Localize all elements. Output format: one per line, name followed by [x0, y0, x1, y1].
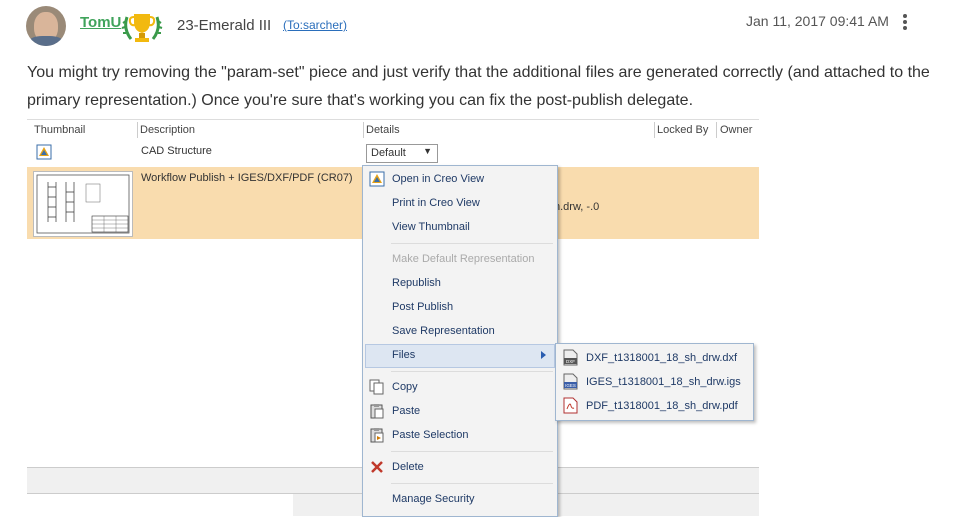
- menu-item-republish[interactable]: Republish: [392, 277, 441, 289]
- menu-item-post-publish[interactable]: Post Publish: [392, 301, 453, 313]
- menu-separator: [391, 483, 553, 484]
- drawing-thumbnail[interactable]: [33, 171, 133, 237]
- column-header-owner[interactable]: Owner: [720, 124, 752, 136]
- bottom-tab[interactable]: [27, 493, 294, 516]
- svg-text:IGES: IGES: [565, 383, 576, 388]
- dxf-file-icon: DXF: [563, 349, 578, 366]
- select-value: Default: [371, 147, 406, 159]
- menu-item-save-representation[interactable]: Save Representation: [392, 325, 495, 337]
- iges-file-icon: IGES: [563, 373, 578, 390]
- menu-item-paste[interactable]: Paste: [392, 405, 420, 417]
- user-rank: 23-Emerald III: [177, 17, 272, 34]
- avatar[interactable]: [26, 6, 66, 46]
- column-header-thumbnail[interactable]: Thumbnail: [34, 124, 85, 136]
- submenu-arrow-icon: [541, 351, 546, 359]
- menu-item-files[interactable]: Files: [392, 349, 415, 361]
- reply-to-link[interactable]: (To:sarcher): [283, 18, 347, 32]
- context-menu: Open in Creo View Print in Creo View Vie…: [362, 165, 558, 517]
- submenu-item-pdf[interactable]: PDF_t1318001_18_sh_drw.pdf: [586, 400, 738, 412]
- post-timestamp: Jan 11, 2017 09:41 AM: [746, 13, 889, 29]
- submenu-item-iges[interactable]: IGES_t1318001_18_sh_drw.igs: [586, 376, 741, 388]
- menu-item-manage-security[interactable]: Manage Security: [392, 493, 475, 505]
- username-link[interactable]: TomU: [80, 14, 121, 31]
- menu-item-delete[interactable]: Delete: [392, 461, 424, 473]
- cad-structure-icon: [36, 144, 52, 160]
- menu-item-open-in-creo-view[interactable]: Open in Creo View: [392, 173, 484, 185]
- creo-view-icon: [369, 171, 385, 187]
- more-options-icon[interactable]: [900, 14, 910, 32]
- files-submenu: DXF DXF_t1318001_18_sh_drw.dxf IGES IGES…: [555, 343, 754, 421]
- post-body: You might try removing the "param-set" p…: [27, 64, 930, 109]
- table-header: Thumbnail Description Details Locked By …: [27, 119, 759, 141]
- menu-separator: [391, 371, 553, 372]
- menu-item-view-thumbnail[interactable]: View Thumbnail: [392, 221, 470, 233]
- delete-icon: [371, 461, 383, 473]
- copy-icon: [369, 379, 384, 395]
- pdf-file-icon: [563, 397, 578, 414]
- paste-icon: [370, 404, 384, 419]
- menu-separator: [391, 243, 553, 244]
- svg-text:DXF: DXF: [566, 359, 575, 364]
- paste-selection-icon: [370, 428, 384, 443]
- column-header-details[interactable]: Details: [366, 124, 400, 136]
- row-description: CAD Structure: [141, 145, 212, 157]
- menu-item-make-default-representation: Make Default Representation: [392, 253, 535, 265]
- menu-item-copy[interactable]: Copy: [392, 381, 418, 393]
- column-header-locked-by[interactable]: Locked By: [657, 124, 708, 136]
- column-header-description[interactable]: Description: [140, 124, 195, 136]
- menu-item-print-in-creo-view[interactable]: Print in Creo View: [392, 197, 480, 209]
- menu-item-paste-selection[interactable]: Paste Selection: [392, 429, 468, 441]
- chevron-down-icon: ▼: [423, 146, 432, 156]
- trophy-badge-icon: [121, 14, 163, 42]
- menu-separator: [391, 451, 553, 452]
- representation-select[interactable]: Default ▼: [366, 144, 438, 163]
- row-description: Workflow Publish + IGES/DXF/PDF (CR07): [141, 172, 353, 184]
- row-details: h.drw, -.0: [554, 201, 600, 213]
- submenu-item-dxf[interactable]: DXF_t1318001_18_sh_drw.dxf: [586, 352, 737, 364]
